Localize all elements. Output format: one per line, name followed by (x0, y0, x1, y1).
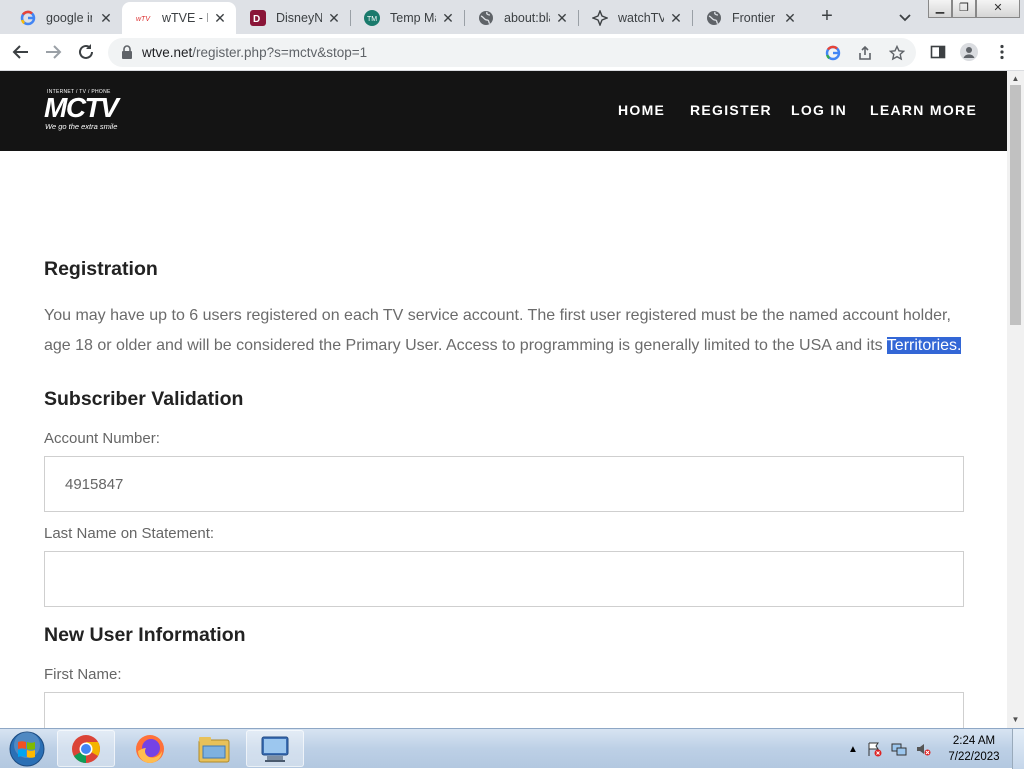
svg-text:wTV: wTV (136, 16, 151, 23)
back-arrow-icon[interactable] (11, 42, 31, 62)
windows-taskbar: ▲ 2:24 AM 7/22/2023 (0, 728, 1024, 769)
last-name-label: Last Name on Statement: (44, 525, 215, 542)
browser-tab-strip: google in ✕ wTV wTVE - R ✕ D DisneyNC ✕ … (0, 0, 1024, 34)
tab-title: Frontier (732, 11, 776, 25)
page-scrollbar[interactable]: ▲ ▼ (1007, 71, 1024, 728)
volume-muted-icon[interactable] (915, 741, 931, 757)
lock-icon[interactable] (120, 45, 134, 59)
nav-log-in[interactable]: LOG IN (791, 102, 847, 118)
first-name-field[interactable] (44, 692, 964, 728)
last-name-input[interactable] (45, 552, 963, 606)
nav-learn-more[interactable]: LEARN MORE (870, 102, 977, 118)
disney-icon: D (250, 10, 266, 26)
new-user-heading: New User Information (44, 624, 246, 646)
clock-time: 2:24 AM (952, 735, 996, 747)
tab-wtve[interactable]: wTV wTVE - R ✕ (122, 2, 236, 34)
description-line-1: You may have up to 6 users registered on… (44, 307, 951, 324)
file-explorer-icon[interactable] (185, 730, 243, 767)
url-host: wtve.net (142, 45, 193, 60)
show-hidden-icons-arrow-icon[interactable]: ▲ (845, 741, 861, 757)
scrollbar-thumb[interactable] (1010, 85, 1021, 325)
account-number-input[interactable] (45, 457, 963, 511)
chrome-icon[interactable] (57, 730, 115, 767)
nav-register[interactable]: REGISTER (690, 102, 772, 118)
close-window-button[interactable]: ✕ (976, 0, 1020, 18)
side-panel-icon[interactable] (929, 43, 947, 61)
firefox-icon[interactable] (121, 730, 179, 767)
google-lens-icon[interactable] (824, 44, 842, 62)
close-icon[interactable]: ✕ (212, 10, 228, 26)
first-name-label: First Name: (44, 666, 122, 683)
share-icon[interactable] (856, 44, 874, 62)
new-tab-button[interactable]: + (816, 6, 838, 28)
clock-date: 7/22/2023 (948, 751, 1000, 763)
forward-arrow-icon[interactable] (43, 42, 63, 62)
restore-button[interactable]: ❐ (952, 0, 976, 18)
url-text[interactable]: wtve.net/register.php?s=mctv&stop=1 (142, 45, 367, 60)
wtve-icon: wTV (136, 10, 152, 26)
tab-about-blank[interactable]: about:bla ✕ (464, 2, 578, 34)
tab-title: DisneyNC (276, 11, 322, 25)
close-icon[interactable]: ✕ (98, 10, 114, 26)
start-button[interactable] (4, 730, 50, 768)
tab-google[interactable]: google in ✕ (6, 2, 122, 34)
tab-temp-mail[interactable]: TM Temp Ma ✕ (350, 2, 464, 34)
tab-title: about:bla (504, 11, 550, 25)
account-number-field[interactable] (44, 456, 964, 512)
registration-description: You may have up to 6 users registered on… (44, 301, 964, 361)
description-line-2: age 18 or older and will be considered t… (44, 331, 964, 361)
close-icon[interactable]: ✕ (668, 10, 684, 26)
minimize-button[interactable]: ▁ (928, 0, 952, 18)
close-icon[interactable]: ✕ (782, 10, 798, 26)
scroll-up-arrow-icon[interactable]: ▲ (1011, 74, 1020, 83)
tab-title: google in (46, 11, 92, 25)
tab-title: wTVE - R (162, 11, 208, 25)
svg-text:TM: TM (367, 16, 377, 23)
account-number-label: Account Number: (44, 430, 160, 447)
tab-watchtve[interactable]: watchTVe ✕ (578, 2, 692, 34)
logo-tagline: We go the extra smile (45, 122, 118, 131)
close-icon[interactable]: ✕ (554, 10, 570, 26)
scroll-down-arrow-icon[interactable]: ▼ (1011, 715, 1020, 724)
tab-disney[interactable]: D DisneyNC ✕ (236, 2, 350, 34)
description-line-2-text: age 18 or older and will be considered t… (44, 337, 887, 354)
bookmark-star-icon[interactable] (888, 44, 906, 62)
temp-mail-icon: TM (364, 10, 380, 26)
browser-toolbar: wtve.net/register.php?s=mctv&stop=1 (0, 34, 1024, 71)
tab-title: watchTVe (618, 11, 664, 25)
action-center-flag-icon[interactable] (866, 741, 882, 757)
svg-text:D: D (253, 14, 260, 25)
site-header: INTERNET / TV / PHONE MCTV We go the ext… (0, 71, 1007, 151)
kebab-menu-icon[interactable] (993, 43, 1011, 61)
close-icon[interactable]: ✕ (440, 10, 456, 26)
tab-frontier[interactable]: Frontier ✕ (692, 2, 806, 34)
first-name-input[interactable] (45, 693, 963, 728)
show-desktop-button[interactable] (1012, 729, 1024, 769)
last-name-field[interactable] (44, 551, 964, 607)
url-path: /register.php?s=mctv&stop=1 (192, 45, 368, 60)
mctv-logo[interactable]: INTERNET / TV / PHONE MCTV We go the ext… (44, 89, 134, 133)
page-viewport: INTERNET / TV / PHONE MCTV We go the ext… (0, 71, 1007, 728)
nav-home[interactable]: HOME (618, 102, 665, 118)
close-icon[interactable]: ✕ (326, 10, 342, 26)
system-clock[interactable]: 2:24 AM 7/22/2023 (944, 733, 1004, 765)
remote-desktop-icon[interactable] (246, 730, 304, 767)
profile-avatar-icon[interactable] (960, 43, 978, 61)
watchtve-icon (592, 10, 608, 26)
subscriber-validation-heading: Subscriber Validation (44, 388, 244, 410)
logo-main-text: MCTV (44, 92, 119, 123)
registration-heading: Registration (44, 258, 158, 280)
globe-icon (478, 10, 494, 26)
google-icon (20, 10, 36, 26)
reload-icon[interactable] (76, 42, 96, 62)
tab-title: Temp Ma (390, 11, 436, 25)
address-bar[interactable]: wtve.net/register.php?s=mctv&stop=1 (108, 38, 916, 67)
chevron-down-icon[interactable] (896, 8, 914, 26)
globe-icon (706, 10, 722, 26)
network-icon[interactable] (891, 741, 907, 757)
selected-text: Territories. (886, 337, 962, 354)
